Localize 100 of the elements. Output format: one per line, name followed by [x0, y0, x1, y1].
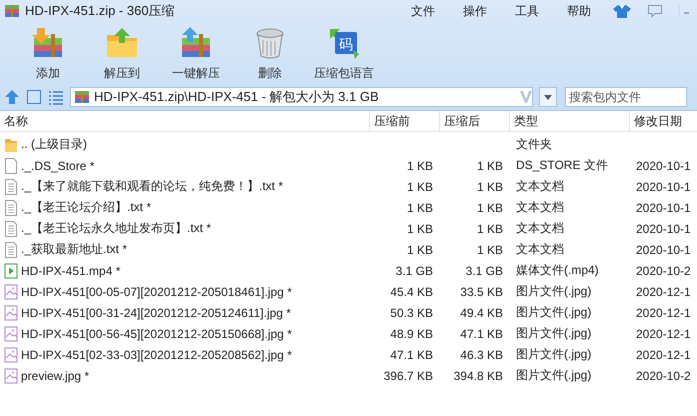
toolbar-button[interactable]: 添加 [12, 22, 84, 83]
column-header[interactable]: 修改日期 [630, 111, 697, 131]
file-type: 文本文档 [516, 179, 564, 193]
file-name[interactable]: ._【老王论坛永久地址发布页】.txt * [21, 220, 212, 237]
file-type: 图片文件(.jpg) [516, 326, 592, 340]
modified-date: 2020-12-1 [636, 326, 691, 340]
dropdown-button[interactable] [539, 87, 557, 107]
file-name[interactable]: ._.DS_Store * [21, 158, 94, 172]
video-file-icon [4, 262, 18, 278]
modified-date: 2020-10-1 [636, 200, 691, 214]
file-icon [4, 158, 18, 174]
file-type: 图片文件(.jpg) [516, 347, 592, 361]
file-type: 文本文档 [516, 221, 564, 235]
search-field[interactable]: 搜索包内文件 [565, 87, 687, 107]
v-logo-icon [520, 91, 532, 103]
file-name[interactable]: HD-IPX-451[00-05-07][20201212-205018461].jpg * [21, 284, 292, 298]
size-after: 1 KB [476, 158, 503, 172]
column-header[interactable]: 类型 [510, 111, 630, 131]
size-after: 394.8 KB [454, 368, 503, 382]
file-type: DS_STORE 文件 [516, 158, 608, 172]
caret-icon [544, 94, 552, 100]
toolbar-button[interactable]: 一键解压 [160, 22, 232, 83]
size-before: 3.1 GB [396, 264, 433, 278]
file-type: 图片文件(.jpg) [516, 368, 592, 382]
file-type: 图片文件(.jpg) [516, 305, 592, 319]
size-before: 1 KB [406, 242, 433, 256]
toolbar-button[interactable]: 解压到 [86, 22, 158, 83]
modified-date: 2020-10-1 [636, 158, 691, 172]
image-file-icon [4, 368, 18, 384]
file-name[interactable]: ._【老王论坛介绍】.txt * [21, 199, 152, 216]
size-after: 3.1 GB [466, 264, 503, 278]
size-before: 48.9 KB [390, 326, 433, 340]
minimize-icon[interactable] [679, 4, 689, 18]
column-header[interactable]: 压缩前 [370, 111, 440, 131]
window-title: HD-IPX-451.zip - 360压缩 [25, 2, 175, 20]
file-type: 媒体文件(.mp4) [516, 263, 599, 277]
size-after: 1 KB [476, 242, 503, 256]
archive-add-icon [31, 26, 65, 60]
file-name[interactable]: preview.jpg * [21, 368, 90, 382]
file-name[interactable]: .. (上级目录) [21, 136, 87, 153]
size-before: 1 KB [406, 200, 433, 214]
image-file-icon [4, 346, 18, 362]
large-view-icon[interactable] [26, 89, 42, 105]
file-type: 文件夹 [516, 137, 552, 151]
size-after: 49.4 KB [460, 306, 503, 320]
menu-item[interactable]: 工具 [501, 2, 553, 20]
toolbar-button[interactable]: 码 压缩包语言 [308, 22, 380, 83]
modified-date: 2020-10-1 [636, 222, 691, 236]
file-type: 图片文件(.jpg) [516, 284, 592, 298]
size-before: 1 KB [406, 180, 433, 194]
up-arrow-icon[interactable] [4, 89, 20, 105]
menu-item[interactable]: 操作 [449, 2, 501, 20]
modified-date: 2020-10-1 [636, 242, 691, 256]
size-after: 1 KB [476, 180, 503, 194]
archive-icon [74, 89, 90, 105]
image-file-icon [4, 284, 18, 300]
shirt-icon[interactable] [613, 4, 631, 18]
size-before: 396.7 KB [384, 368, 433, 382]
toolbar-button[interactable]: 删除 [234, 22, 306, 83]
archive-icon [4, 3, 20, 19]
menu-item[interactable]: 帮助 [553, 2, 605, 20]
column-header[interactable]: 名称 [0, 111, 370, 131]
file-name[interactable]: HD-IPX-451[00-31-24][20201212-205124611].jpg * [21, 306, 291, 320]
list-view-icon[interactable] [48, 89, 64, 105]
text-file-icon [4, 242, 18, 258]
text-file-icon [4, 200, 18, 216]
file-type: 文本文档 [516, 242, 564, 256]
modified-date: 2020-12-1 [636, 284, 691, 298]
size-before: 1 KB [406, 222, 433, 236]
size-after: 46.3 KB [460, 348, 503, 362]
size-before: 45.4 KB [390, 284, 433, 298]
modified-date: 2020-10-2 [636, 368, 691, 382]
menu-item[interactable]: 文件 [397, 2, 449, 20]
folder-arrow-icon [105, 26, 139, 60]
file-type: 文本文档 [516, 200, 564, 214]
modified-date: 2020-10-1 [636, 180, 691, 194]
folder-icon [4, 136, 18, 152]
text-file-icon [4, 178, 18, 194]
file-name[interactable]: ._【来了就能下载和观看的论坛，纯免费！】.txt * [21, 178, 284, 195]
file-name[interactable]: HD-IPX-451[02-33-03][20201212-205208562].jpg * [21, 348, 292, 362]
archive-up-icon [179, 26, 213, 60]
column-header[interactable]: 压缩后 [440, 111, 510, 131]
size-before: 50.3 KB [390, 306, 433, 320]
modified-date: 2020-10-2 [636, 264, 691, 278]
file-name[interactable]: HD-IPX-451.mp4 * [21, 264, 120, 278]
file-name[interactable]: HD-IPX-451[00-56-45][20201212-205150668].jpg * [21, 326, 292, 340]
text-file-icon [4, 220, 18, 236]
modified-date: 2020-12-1 [636, 348, 691, 362]
image-file-icon [4, 326, 18, 342]
message-icon[interactable] [647, 4, 663, 18]
file-name[interactable]: ._获取最新地址.txt * [21, 241, 128, 258]
modified-date: 2020-12-1 [636, 306, 691, 320]
image-file-icon [4, 304, 18, 320]
size-after: 33.5 KB [460, 284, 503, 298]
size-before: 47.1 KB [390, 348, 433, 362]
size-after: 47.1 KB [460, 326, 503, 340]
size-after: 1 KB [476, 222, 503, 236]
size-after: 1 KB [476, 200, 503, 214]
size-before: 1 KB [406, 158, 433, 172]
address-field[interactable]: HD-IPX-451.zip\HD-IPX-451 - 解包大小为 3.1 GB [70, 87, 533, 107]
